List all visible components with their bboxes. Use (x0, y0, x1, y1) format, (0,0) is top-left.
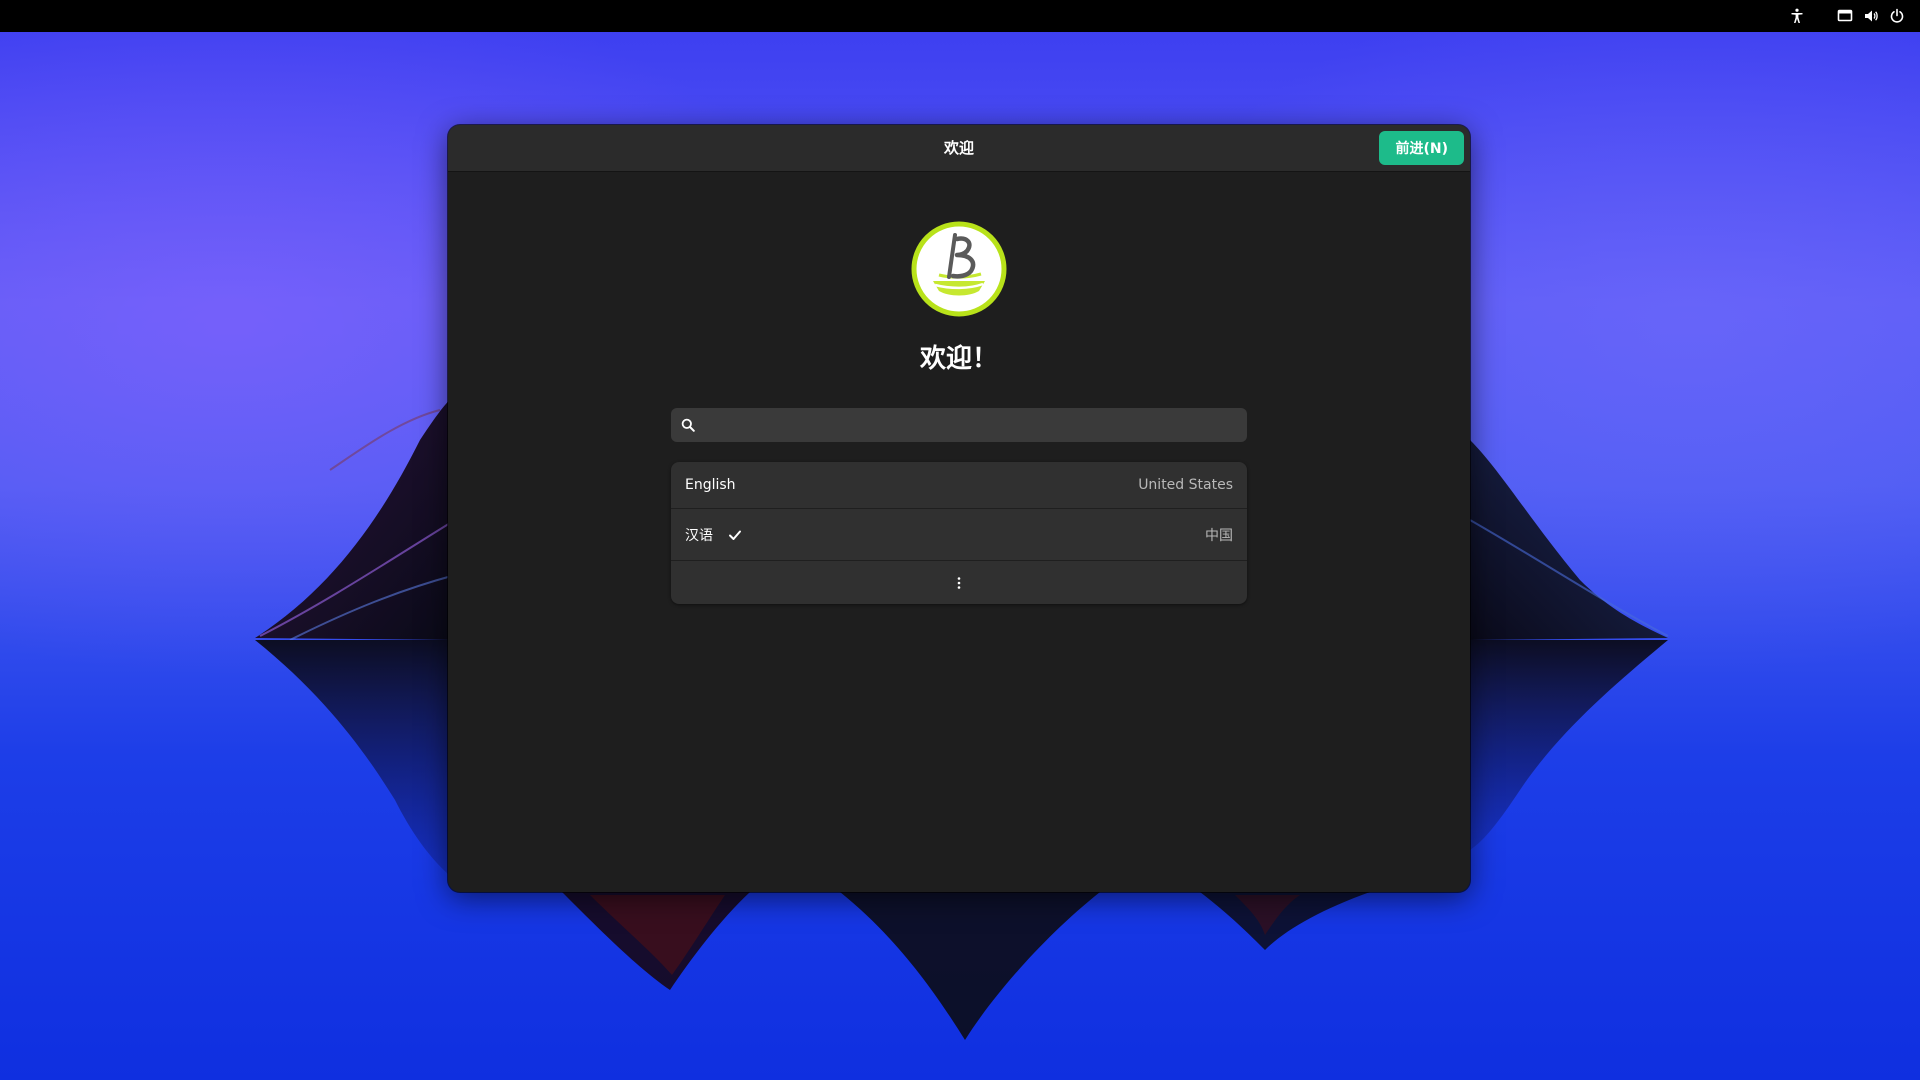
more-vertical-icon (957, 576, 961, 589)
language-list: English United States 汉语 中国 (671, 462, 1247, 604)
language-row-english[interactable]: English United States (671, 462, 1247, 509)
language-name: 汉语 (685, 527, 713, 544)
welcome-window: 欢迎 前进(N) 欢迎！ English United States 汉语 中国 (448, 125, 1470, 892)
language-name: English (685, 477, 736, 493)
language-region: United States (1138, 477, 1233, 493)
power-icon[interactable] (1884, 0, 1910, 32)
top-bar (0, 0, 1920, 32)
search-icon (671, 408, 705, 442)
language-region: 中国 (1205, 527, 1233, 544)
language-search[interactable] (671, 408, 1247, 442)
language-row-chinese[interactable]: 汉语 中国 (671, 509, 1247, 561)
search-input[interactable] (705, 409, 1247, 441)
checkmark-icon (727, 527, 743, 543)
display-icon[interactable] (1832, 0, 1858, 32)
boat-logo-icon (911, 221, 1007, 317)
system-tray (1784, 0, 1910, 32)
volume-icon[interactable] (1858, 0, 1884, 32)
welcome-heading: 欢迎！ (919, 344, 998, 374)
next-button[interactable]: 前进(N) (1379, 131, 1464, 165)
accessibility-icon[interactable] (1784, 0, 1810, 32)
welcome-content: 欢迎！ English United States 汉语 中国 (448, 172, 1470, 892)
window-title: 欢迎 (943, 139, 974, 157)
header-bar: 欢迎 前进(N) (448, 125, 1470, 172)
more-languages-button[interactable] (671, 561, 1247, 604)
